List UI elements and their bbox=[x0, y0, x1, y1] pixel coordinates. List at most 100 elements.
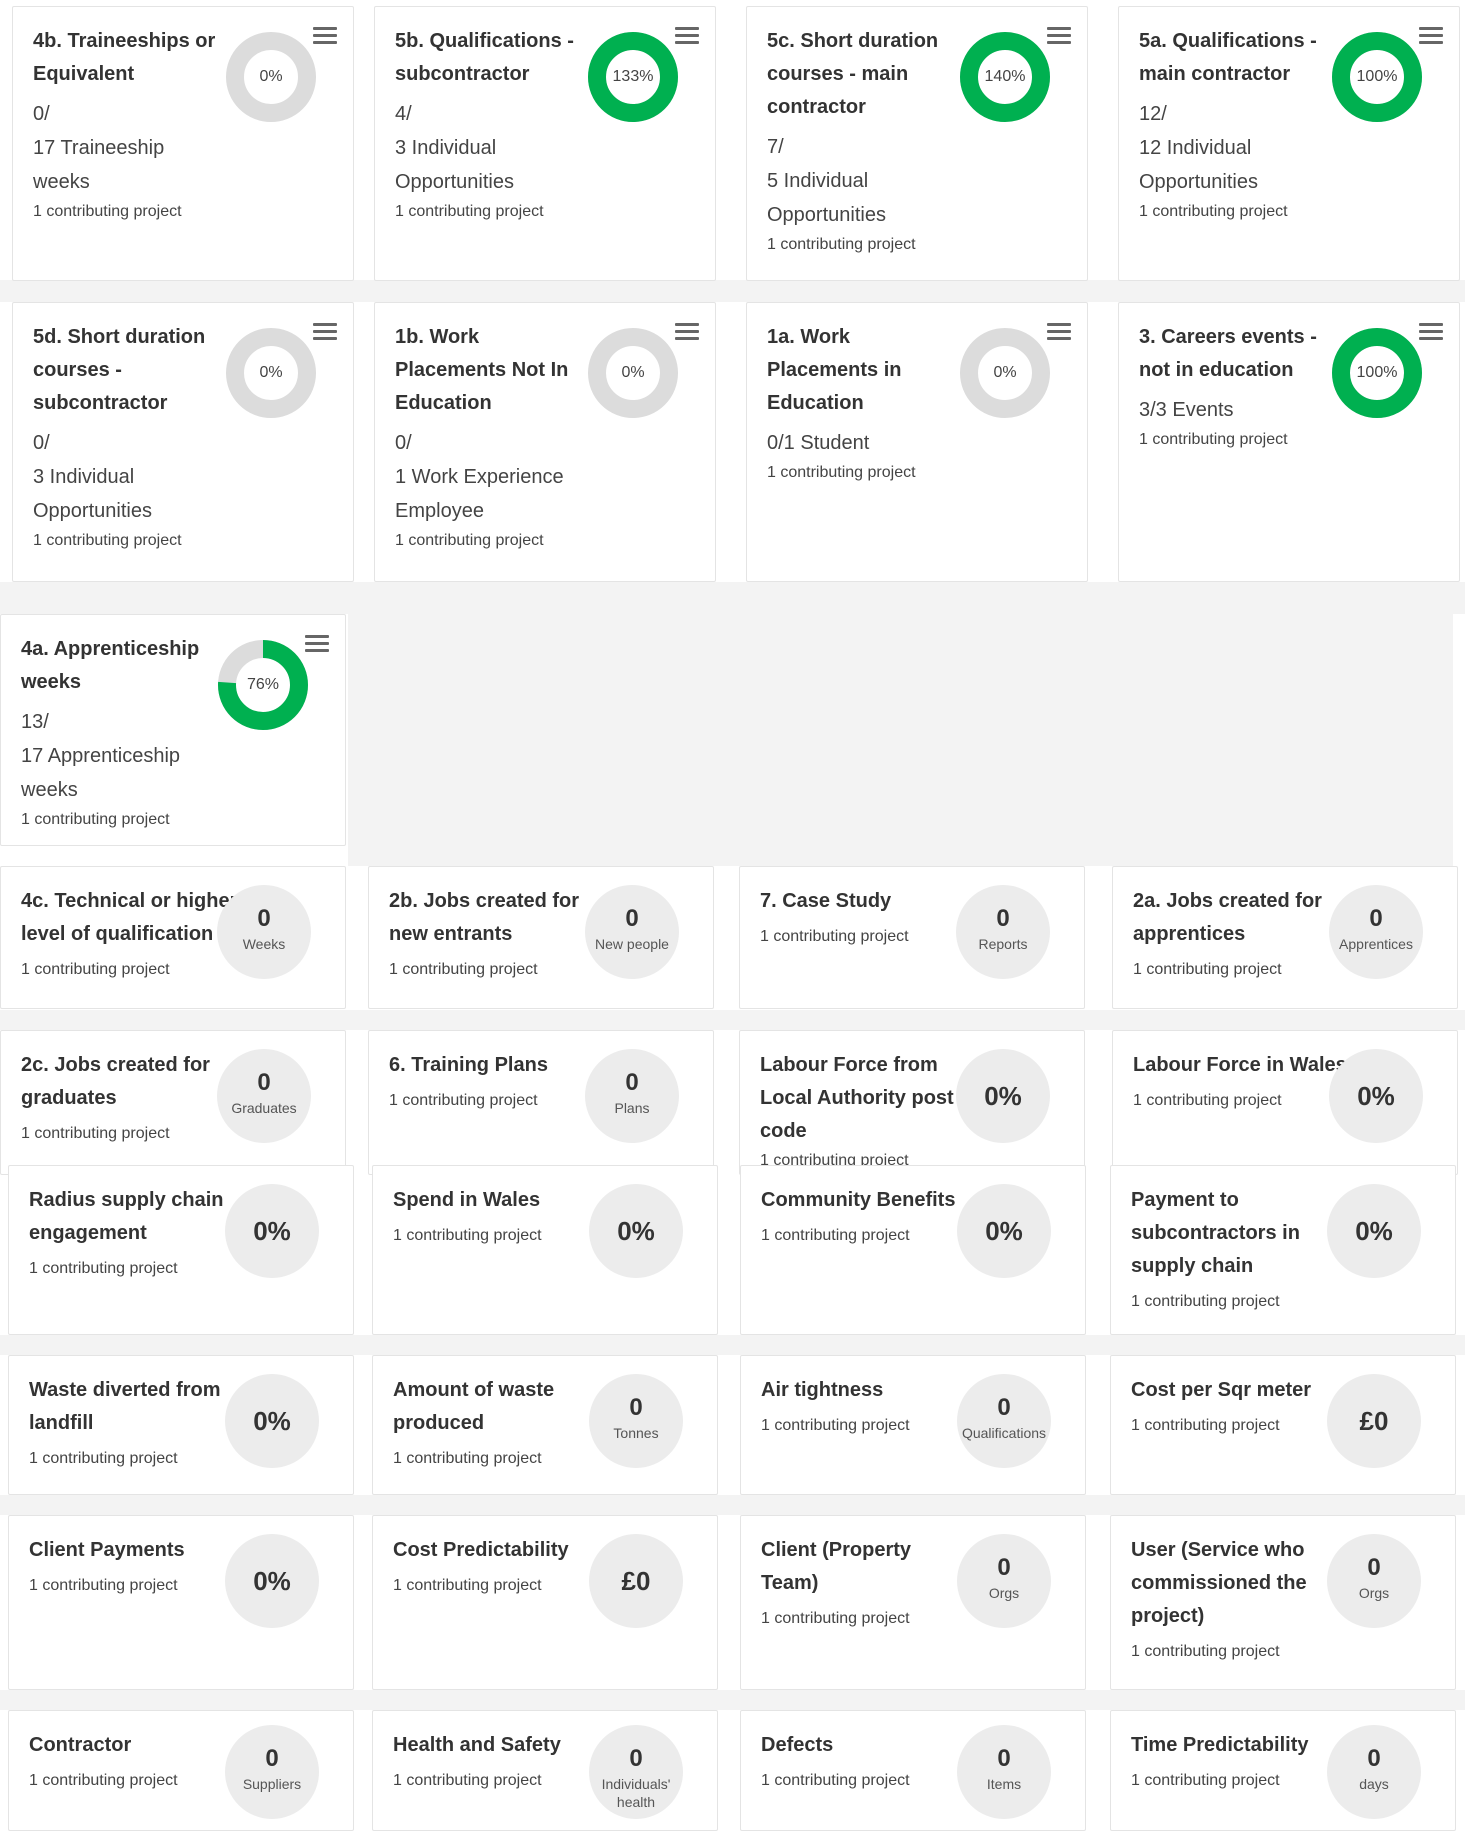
metric-value: 0 bbox=[629, 1744, 643, 1772]
card-progress-line: weeks bbox=[33, 171, 90, 193]
contributing-project-link[interactable]: 1 contributing project bbox=[21, 1125, 170, 1143]
card-title: Amount of waste produced bbox=[393, 1374, 554, 1440]
kpi-card[interactable]: Amount of waste produced 1 contributing pr… bbox=[372, 1355, 718, 1495]
kpi-card[interactable]: Health and Safety 1 contributing project 0… bbox=[372, 1710, 718, 1831]
kpi-card[interactable]: Payment to subcontractors in supply chain 1… bbox=[1110, 1165, 1456, 1335]
contributing-project-link[interactable]: 1 contributing project bbox=[393, 1772, 542, 1790]
card-title: Radius supply chain engagement bbox=[29, 1184, 223, 1250]
contributing-project-link[interactable]: 1 contributing project bbox=[389, 961, 538, 979]
card-title-line: Education bbox=[395, 392, 492, 414]
card-title: 4a. Apprenticeship weeks bbox=[21, 633, 199, 699]
contributing-project-link[interactable]: 1 contributing project bbox=[761, 1417, 910, 1435]
metric-value-circle: 0% bbox=[957, 1184, 1051, 1278]
kpi-card[interactable]: 5a. Qualifications - main contractor 12/12… bbox=[1118, 6, 1460, 281]
kpi-card[interactable]: Cost per Sqr meter 1 contributing project… bbox=[1110, 1355, 1456, 1495]
card-title-line: Education bbox=[767, 392, 864, 414]
contributing-project-link[interactable]: 1 contributing project bbox=[1139, 203, 1288, 221]
metric-unit: Reports bbox=[978, 936, 1028, 952]
kpi-card[interactable]: 6. Training Plans 1 contributing project 0… bbox=[368, 1030, 714, 1175]
kpi-card[interactable]: Cost Predictability 1 contributing projec… bbox=[372, 1515, 718, 1690]
row-band bbox=[0, 1335, 1465, 1355]
contributing-project-link[interactable]: 1 contributing project bbox=[1131, 1293, 1280, 1311]
kpi-card[interactable]: Time Predictability 1 contributing projec… bbox=[1110, 1710, 1456, 1831]
card-title-line: 1a. Work bbox=[767, 326, 850, 348]
contributing-project-link[interactable]: 1 contributing project bbox=[29, 1260, 178, 1278]
kpi-card[interactable]: 5d. Short duration courses - subcontractor… bbox=[12, 302, 354, 582]
contributing-project-link[interactable]: 1 contributing project bbox=[29, 1577, 178, 1595]
kpi-card[interactable]: 1a. Work Placements in Education 0/1 Studen… bbox=[746, 302, 1088, 582]
contributing-project-link[interactable]: 1 contributing project bbox=[395, 532, 544, 550]
card-title: 2b. Jobs created for new entrants bbox=[389, 885, 579, 951]
contributing-project-link[interactable]: 1 contributing project bbox=[1133, 1092, 1282, 1110]
progress-donut: 100% bbox=[1331, 31, 1423, 123]
card-title-line: 2b. Jobs created for bbox=[389, 890, 580, 912]
contributing-project-link[interactable]: 1 contributing project bbox=[767, 464, 916, 482]
metric-value: 0% bbox=[253, 1566, 291, 1596]
kpi-card[interactable]: 5c. Short duration courses - main contract… bbox=[746, 6, 1088, 281]
contributing-project-link[interactable]: 1 contributing project bbox=[393, 1227, 542, 1245]
card-progress-line: 17 Traineeship bbox=[33, 137, 165, 159]
card-title: 2c. Jobs created for graduates bbox=[21, 1049, 210, 1115]
card-title-line: Community Benefits bbox=[761, 1189, 956, 1211]
kpi-card[interactable]: Community Benefits 1 contributing project… bbox=[740, 1165, 1086, 1335]
kpi-card[interactable]: 2b. Jobs created for new entrants 1 contri… bbox=[368, 866, 714, 1009]
kpi-card[interactable]: 3. Careers events - not in education 3/3 E… bbox=[1118, 302, 1460, 582]
card-title: Defects bbox=[761, 1729, 833, 1762]
contributing-project-link[interactable]: 1 contributing project bbox=[1139, 431, 1288, 449]
contributing-project-link[interactable]: 1 contributing project bbox=[761, 1227, 910, 1245]
card-title-line: 5a. Qualifications - bbox=[1139, 30, 1317, 52]
kpi-card[interactable]: Contractor 1 contributing project 0 Supplie… bbox=[8, 1710, 354, 1831]
card-progress-line: 0/ bbox=[33, 432, 50, 454]
row-band bbox=[0, 1495, 1465, 1515]
contributing-project-link[interactable]: 1 contributing project bbox=[393, 1450, 542, 1468]
contributing-project-link[interactable]: 1 contributing project bbox=[29, 1450, 178, 1468]
contributing-project-link[interactable]: 1 contributing project bbox=[760, 928, 909, 946]
kpi-card[interactable]: Waste diverted from landfill 1 contributin… bbox=[8, 1355, 354, 1495]
metric-unit: New people bbox=[595, 936, 669, 952]
kpi-card[interactable]: Client Payments 1 contributing project 0% bbox=[8, 1515, 354, 1690]
kpi-card[interactable]: 7. Case Study 1 contributing project 0 Repo… bbox=[739, 866, 1085, 1009]
kpi-card[interactable]: Radius supply chain engagement 1 contribut… bbox=[8, 1165, 354, 1335]
kpi-card[interactable]: 4c. Technical or higher level of qualific… bbox=[0, 866, 346, 1009]
contributing-project-link[interactable]: 1 contributing project bbox=[761, 1772, 910, 1790]
kpi-card[interactable]: Client (Property Team) 1 contributing proj… bbox=[740, 1515, 1086, 1690]
kpi-card[interactable]: 2c. Jobs created for graduates 1 contribut… bbox=[0, 1030, 346, 1175]
contributing-project-link[interactable]: 1 contributing project bbox=[767, 236, 916, 254]
contributing-project-link[interactable]: 1 contributing project bbox=[761, 1610, 910, 1628]
card-title-line: Payment to bbox=[1131, 1189, 1239, 1211]
kpi-card[interactable]: Spend in Wales 1 contributing project 0% bbox=[372, 1165, 718, 1335]
metric-value-circle: 0 Reports bbox=[956, 885, 1050, 979]
contributing-project-link[interactable]: 1 contributing project bbox=[1133, 961, 1282, 979]
contributing-project-link[interactable]: 1 contributing project bbox=[21, 961, 170, 979]
metric-value: 0% bbox=[1355, 1216, 1393, 1246]
kpi-card[interactable]: 4a. Apprenticeship weeks 13/17 Apprentices… bbox=[0, 614, 346, 846]
kpi-card[interactable]: Labour Force from Local Authority post cod… bbox=[739, 1030, 1085, 1175]
contributing-project-link[interactable]: 1 contributing project bbox=[395, 203, 544, 221]
contributing-project-link[interactable]: 1 contributing project bbox=[1131, 1772, 1280, 1790]
contributing-project-link[interactable]: 1 contributing project bbox=[389, 1092, 538, 1110]
contributing-project-link[interactable]: 1 contributing project bbox=[1131, 1643, 1280, 1661]
metric-value-circle: 0 Weeks bbox=[217, 885, 311, 979]
kpi-card[interactable]: Defects 1 contributing project 0 Items bbox=[740, 1710, 1086, 1831]
contributing-project-link[interactable]: 1 contributing project bbox=[1131, 1417, 1280, 1435]
card-title-line: Time Predictability bbox=[1131, 1734, 1309, 1756]
contributing-project-link[interactable]: 1 contributing project bbox=[21, 811, 170, 829]
kpi-card[interactable]: User (Service who commissioned the project… bbox=[1110, 1515, 1456, 1690]
metric-value-circle: 0% bbox=[1329, 1049, 1423, 1143]
contributing-project-link[interactable]: 1 contributing project bbox=[393, 1577, 542, 1595]
kpi-card[interactable]: 5b. Qualifications - subcontractor 4/3 Ind… bbox=[374, 6, 716, 281]
metric-value-circle: 0 Plans bbox=[585, 1049, 679, 1143]
card-title-line: Local Authority post bbox=[760, 1087, 954, 1109]
kpi-card[interactable]: 1b. Work Placements Not In Education 0/1 Wo… bbox=[374, 302, 716, 582]
kpi-card[interactable]: Air tightness 1 contributing project 0 Qual… bbox=[740, 1355, 1086, 1495]
metric-unit: Plans bbox=[614, 1100, 650, 1116]
contributing-project-link[interactable]: 1 contributing project bbox=[29, 1772, 178, 1790]
kpi-card[interactable]: 4b. Traineeships or Equivalent 0/17 Traine… bbox=[12, 6, 354, 281]
contributing-project-link[interactable]: 1 contributing project bbox=[33, 532, 182, 550]
kpi-card[interactable]: 2a. Jobs created for apprentices 1 contrib… bbox=[1112, 866, 1458, 1009]
metric-value-circle: 0% bbox=[225, 1184, 319, 1278]
metric-value-circle: £0 bbox=[589, 1534, 683, 1628]
kpi-card[interactable]: Labour Force in Wales 1 contributing proj… bbox=[1112, 1030, 1458, 1175]
card-title: 5d. Short duration courses - subcontractor bbox=[33, 321, 205, 420]
contributing-project-link[interactable]: 1 contributing project bbox=[33, 203, 182, 221]
